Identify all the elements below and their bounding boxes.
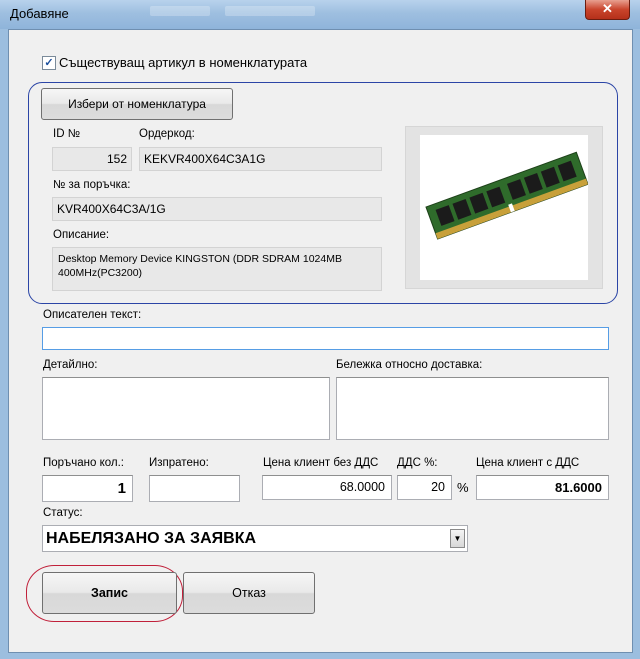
descriptive-text-label: Описателен текст: [43, 309, 142, 321]
ordercode-label: Ордеркод: [139, 128, 195, 140]
cancel-button[interactable]: Отказ [183, 572, 315, 614]
status-select[interactable]: НАБЕЛЯЗАНО ЗА ЗАЯВКА ▼ [42, 525, 468, 552]
delivery-note-textarea[interactable] [336, 377, 609, 440]
chevron-down-icon[interactable]: ▼ [450, 529, 465, 548]
ordered-qty-label: Поръчано кол.: [43, 457, 124, 469]
save-button-label: Запис [91, 586, 128, 600]
window-title: Добавяне [10, 6, 69, 21]
sent-label: Изпратено: [149, 457, 209, 469]
product-image-frame [405, 126, 603, 289]
save-button[interactable]: Запис [42, 572, 177, 614]
select-from-nomenclature-label: Избери от номенклатура [68, 97, 206, 111]
sent-input[interactable] [149, 475, 240, 502]
vat-percent-input[interactable]: 20 [397, 475, 452, 500]
description-label: Описание: [53, 229, 110, 241]
status-selected-value: НАБЕЛЯЗАНО ЗА ЗАЯВКА [46, 530, 257, 547]
order-no-field: KVR400X64C3A/1G [52, 197, 382, 221]
order-no-label: № за поръчка: [53, 179, 131, 191]
price-excl-vat-label: Цена клиент без ДДС [263, 457, 379, 469]
delivery-note-label: Бележка относно доставка: [336, 359, 483, 371]
status-label: Статус: [43, 507, 83, 519]
vat-percent-label: ДДС %: [397, 457, 438, 469]
detailed-label: Детайлно: [43, 359, 98, 371]
vat-percent-unit: % [457, 480, 469, 495]
window-frame-left [0, 29, 8, 659]
select-from-nomenclature-button[interactable]: Избери от номенклатура [41, 88, 233, 120]
existing-article-label[interactable]: Съществуващ артикул в номенклатурата [59, 55, 307, 70]
existing-article-checkbox[interactable]: ✓ [42, 56, 56, 70]
close-icon: ✕ [602, 1, 613, 16]
background-window-ghost [150, 6, 210, 16]
id-label: ID № [53, 128, 81, 140]
price-incl-vat-input[interactable]: 81.6000 [476, 475, 609, 500]
ordered-qty-input[interactable]: 1 [42, 475, 133, 502]
checkmark-icon: ✓ [44, 57, 54, 69]
ordercode-field: KEKVR400X64C3A1G [139, 147, 382, 171]
title-bar[interactable]: Добавяне ✕ [0, 0, 640, 29]
price-incl-vat-label: Цена клиент с ДДС [476, 457, 580, 469]
id-field: 152 [52, 147, 132, 171]
background-window-ghost [225, 6, 315, 16]
detailed-textarea[interactable] [42, 377, 330, 440]
close-button[interactable]: ✕ [585, 0, 630, 20]
description-field: Desktop Memory Device KINGSTON (DDR SDRA… [52, 247, 382, 291]
descriptive-text-input[interactable] [42, 327, 609, 350]
price-excl-vat-input[interactable]: 68.0000 [262, 475, 392, 500]
ram-module-image [425, 151, 589, 240]
cancel-button-label: Отказ [232, 586, 266, 600]
